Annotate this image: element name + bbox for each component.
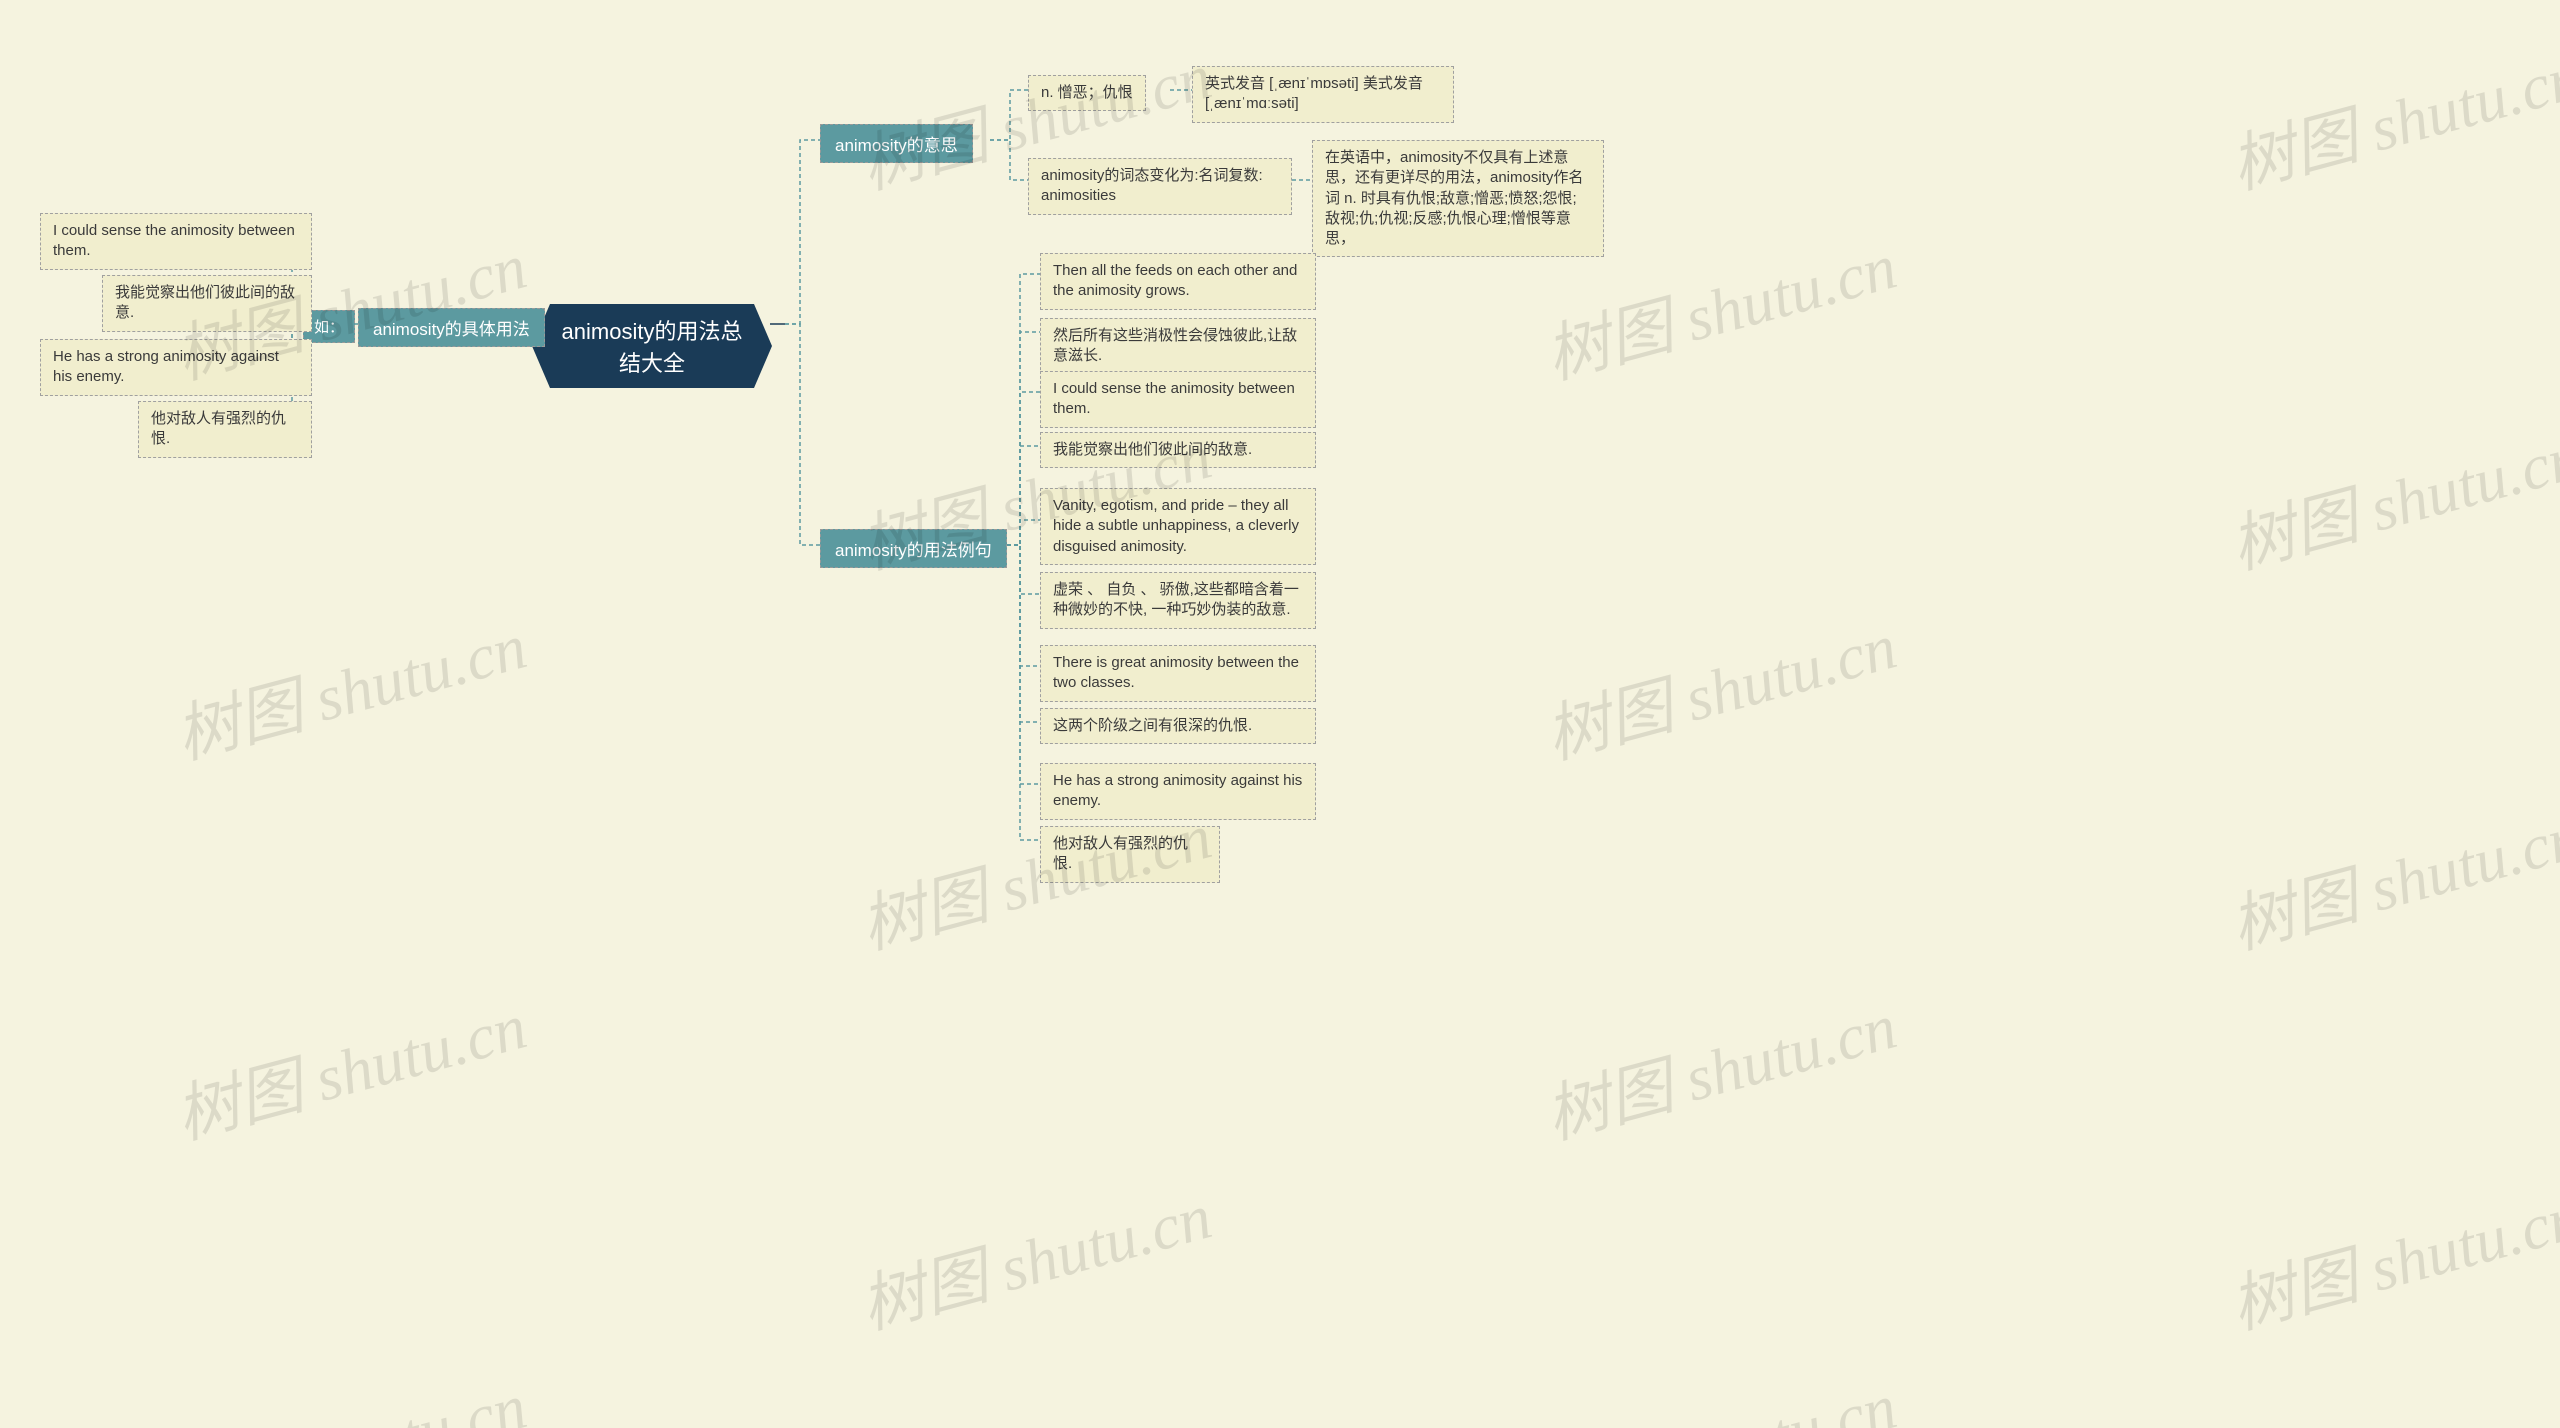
branch-meaning-label: animosity的意思 [835,136,958,155]
example-8[interactable]: He has a strong animosity against his en… [1040,763,1316,820]
detail-text: 在英语中，animosity不仅具有上述意思，还有更详尽的用法，animosit… [1325,149,1583,247]
example-2[interactable]: I could sense the animosity between them… [1040,371,1316,428]
central-node[interactable]: animosity的用法总结大全 [532,304,772,388]
example-3-text: 我能觉察出他们彼此间的敌意. [1053,441,1252,458]
example-9-text: 他对敌人有强烈的仇恨. [1053,835,1188,872]
usage-1-text: 我能觉察出他们彼此间的敌意. [115,284,295,321]
branch-examples[interactable]: animosity的用法例句 [820,529,1007,568]
branch-examples-label: animosity的用法例句 [835,541,992,560]
branch-usage-label: animosity的具体用法 [373,320,530,339]
example-5[interactable]: 虚荣 、 自负 、 骄傲,这些都暗含着一种微妙的不快, 一种巧妙伪装的敌意. [1040,572,1316,629]
example-9[interactable]: 他对敌人有强烈的仇恨. [1040,826,1220,883]
example-3[interactable]: 我能觉察出他们彼此间的敌意. [1040,432,1316,468]
usage-0-text: I could sense the animosity between them… [53,222,295,259]
usage-intro-label: 如： [314,319,344,336]
watermark: 树图 shutu.cn [164,975,535,1157]
forms-text: animosity的词态变化为:名词复数: animosities [1041,167,1263,204]
central-title: animosity的用法总结大全 [562,319,743,376]
pronunciation-text: 英式发音 [ˌænɪˈmɒsəti] 美式发音 [ˌænɪˈmɑːsəti] [1205,75,1423,112]
watermark: 树图 shutu.cn [849,1165,1220,1347]
watermark: 树图 shutu.cn [164,1355,535,1428]
usage-3[interactable]: 他对敌人有强烈的仇恨. [138,401,312,458]
example-6[interactable]: There is great animosity between the two… [1040,645,1316,702]
watermark: 树图 shutu.cn [2219,785,2560,967]
watermark: 树图 shutu.cn [1534,975,1905,1157]
watermark: 树图 shutu.cn [2219,25,2560,207]
leaf-detail[interactable]: 在英语中，animosity不仅具有上述意思，还有更详尽的用法，animosit… [1312,140,1604,257]
watermark: 树图 shutu.cn [1534,595,1905,777]
usage-0[interactable]: I could sense the animosity between them… [40,213,312,270]
example-1[interactable]: 然后所有这些消极性会侵蚀彼此,让敌意滋长. [1040,318,1316,375]
leaf-pronunciation[interactable]: 英式发音 [ˌænɪˈmɒsəti] 美式发音 [ˌænɪˈmɑːsəti] [1192,66,1454,123]
usage-1[interactable]: 我能觉察出他们彼此间的敌意. [102,275,312,332]
example-7-text: 这两个阶级之间有很深的仇恨. [1053,717,1252,734]
example-0-text: Then all the feeds on each other and the… [1053,262,1297,299]
usage-2-text: He has a strong animosity against his en… [53,348,279,385]
example-6-text: There is great animosity between the two… [1053,654,1299,691]
usage-3-text: 他对敌人有强烈的仇恨. [151,410,286,447]
watermark: 树图 shutu.cn [1534,1355,1905,1428]
example-5-text: 虚荣 、 自负 、 骄傲,这些都暗含着一种微妙的不快, 一种巧妙伪装的敌意. [1053,581,1299,618]
example-2-text: I could sense the animosity between them… [1053,380,1295,417]
watermark: 树图 shutu.cn [164,595,535,777]
usage-2[interactable]: He has a strong animosity against his en… [40,339,312,396]
branch-meaning[interactable]: animosity的意思 [820,124,973,163]
example-0[interactable]: Then all the feeds on each other and the… [1040,253,1316,310]
watermark: 树图 shutu.cn [2219,1165,2560,1347]
definition-text: n. 憎恶；仇恨 [1041,84,1133,101]
leaf-definition[interactable]: n. 憎恶；仇恨 [1028,75,1146,111]
example-4-text: Vanity, egotism, and pride – they all hi… [1053,497,1299,555]
branch-usage[interactable]: animosity的具体用法 [358,308,545,347]
example-7[interactable]: 这两个阶级之间有很深的仇恨. [1040,708,1316,744]
watermark: 树图 shutu.cn [2219,405,2560,587]
leaf-forms[interactable]: animosity的词态变化为:名词复数: animosities [1028,158,1292,215]
example-4[interactable]: Vanity, egotism, and pride – they all hi… [1040,488,1316,565]
example-1-text: 然后所有这些消极性会侵蚀彼此,让敌意滋长. [1053,327,1297,364]
example-8-text: He has a strong animosity against his en… [1053,772,1302,809]
